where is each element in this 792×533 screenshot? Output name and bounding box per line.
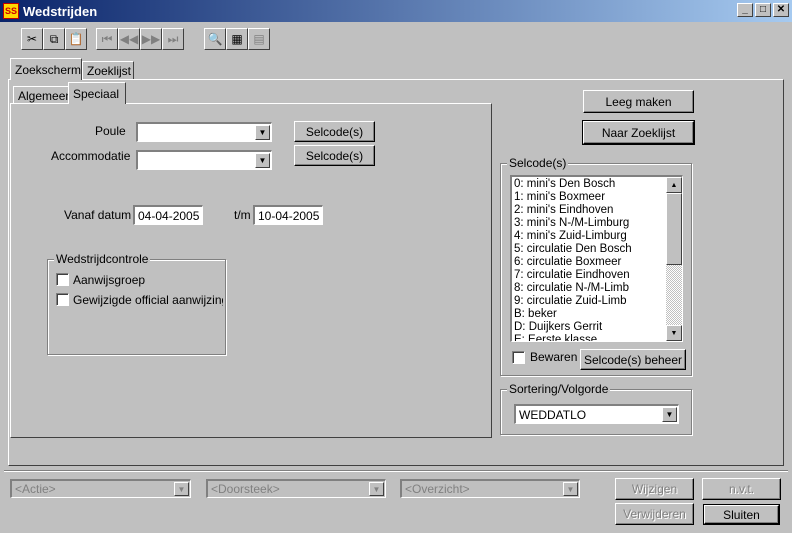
naar-zoeklijst-button[interactable]: Naar Zoeklijst [582, 120, 695, 145]
app-icon: SS [3, 3, 19, 19]
poule-dropdown[interactable]: ▼ [136, 122, 272, 142]
aanwijsgroep-checkbox[interactable] [56, 273, 69, 286]
search-button[interactable]: 🔍 [204, 28, 226, 50]
form-view-icon: ▤ [253, 32, 265, 46]
tab-speciaal-label: Speciaal [73, 86, 120, 101]
minimize-button[interactable]: _ [737, 3, 753, 17]
selcodes-scrollbar[interactable]: ▲ ▼ [666, 177, 682, 341]
list-item[interactable]: 2: mini's Eindhoven [512, 204, 666, 217]
copy-icon: ⧉ [49, 31, 59, 46]
last-record-icon: ⏭ [167, 31, 179, 46]
form-view-button[interactable]: ▤ [248, 28, 270, 50]
poule-label: Poule [95, 124, 126, 138]
list-item[interactable]: D: Duijkers Gerrit [512, 321, 666, 334]
list-item[interactable]: 1: mini's Boxmeer [512, 191, 666, 204]
tab-zoekscherm-label: Zoekscherm [15, 62, 82, 77]
scrollbar-thumb[interactable] [666, 193, 682, 265]
doorsteek-dropdown[interactable]: <Doorsteek> ▼ [206, 479, 386, 498]
paste-icon: 📋 [68, 32, 84, 46]
poule-selcode-button[interactable]: Selcode(s) [294, 121, 375, 142]
tab-zoekscherm[interactable]: Zoekscherm [10, 58, 82, 80]
list-item[interactable]: 0: mini's Den Bosch [512, 178, 666, 191]
vanaf-datum-label: Vanaf datum [64, 208, 132, 222]
sortering-dropdown[interactable]: WEDDATLO ▼ [514, 404, 679, 424]
chevron-down-icon[interactable]: ▼ [255, 125, 270, 140]
tab-speciaal[interactable]: Speciaal [68, 82, 126, 104]
chevron-down-icon[interactable]: ▼ [662, 407, 677, 422]
previous-record-button[interactable]: ◀◀ [118, 28, 140, 50]
search-icon: 🔍 [207, 32, 223, 46]
title-bar[interactable]: SS Wedstrijden _ □ ✕ [0, 0, 792, 22]
actie-value: <Actie> [15, 482, 56, 496]
tab-zoeklijst-label: Zoeklijst [87, 63, 132, 78]
sortering-title: Sortering/Volgorde [507, 382, 611, 396]
tm-datum-input[interactable]: 10-04-2005 [253, 205, 323, 225]
scroll-up-icon[interactable]: ▲ [666, 177, 682, 193]
previous-record-icon: ◀◀ [119, 32, 139, 46]
last-record-button[interactable]: ⏭ [162, 28, 184, 50]
wijzigen-button[interactable]: Wijzigen [615, 478, 694, 500]
list-item[interactable]: E: Eerste klasse [512, 334, 666, 341]
wedstrijdcontrole-title: Wedstrijdcontrole [54, 252, 151, 266]
list-item[interactable]: B: beker [512, 308, 666, 321]
first-record-button[interactable]: ⏮ [96, 28, 118, 50]
close-button[interactable]: ✕ [773, 3, 789, 17]
next-record-button[interactable]: ▶▶ [140, 28, 162, 50]
list-item[interactable]: 7: circulatie Eindhoven [512, 269, 666, 282]
tab-algemeen-label: Algemeen [18, 88, 73, 103]
next-record-icon: ▶▶ [141, 32, 161, 46]
tm-label: t/m [234, 208, 251, 222]
selcodes-listbox[interactable]: 0: mini's Den Bosch 1: mini's Boxmeer 2: m… [510, 175, 683, 342]
aanwijsgroep-label: Aanwijsgroep [73, 273, 146, 287]
chevron-down-icon[interactable]: ▼ [174, 482, 189, 496]
overzicht-value: <Overzicht> [405, 482, 470, 496]
gewijzigde-official-label: Gewijzigde official aanwijzing [73, 293, 223, 307]
cut-icon: ✂ [26, 32, 38, 46]
actie-dropdown[interactable]: <Actie> ▼ [10, 479, 191, 498]
window-title: Wedstrijden [23, 3, 98, 19]
list-item[interactable]: 4: mini's Zuid-Limburg [512, 230, 666, 243]
list-item[interactable]: 5: circulatie Den Bosch [512, 243, 666, 256]
bottom-separator [4, 470, 788, 472]
tab-algemeen[interactable]: Algemeen [13, 86, 73, 104]
table-view-icon: ▦ [231, 32, 243, 46]
accommodatie-selcode-button[interactable]: Selcode(s) [294, 145, 375, 166]
chevron-down-icon[interactable]: ▼ [563, 482, 578, 496]
tab-zoeklijst[interactable]: Zoeklijst [82, 61, 134, 79]
list-item[interactable]: 6: circulatie Boxmeer [512, 256, 666, 269]
bewaren-label: Bewaren [530, 350, 578, 364]
sortering-value: WEDDATLO [519, 407, 587, 422]
sluiten-button[interactable]: Sluiten [703, 504, 780, 525]
first-record-icon: ⏮ [101, 31, 113, 46]
list-item[interactable]: 9: circulatie Zuid-Limb [512, 295, 666, 308]
selcodes-title: Selcode(s) [507, 156, 569, 170]
leeg-maken-button[interactable]: Leeg maken [583, 90, 694, 113]
nvt-button[interactable]: n.v.t. [702, 478, 781, 500]
gewijzigde-official-checkbox[interactable] [56, 293, 69, 306]
bewaren-checkbox[interactable] [512, 351, 525, 364]
vanaf-datum-input[interactable]: 04-04-2005 [133, 205, 203, 225]
list-item[interactable]: 3: mini's N-/M-Limburg [512, 217, 666, 230]
cut-button[interactable]: ✂ [21, 28, 43, 50]
verwijderen-button[interactable]: Verwijderen [615, 503, 694, 525]
accommodatie-dropdown[interactable]: ▼ [136, 150, 272, 170]
selcode-beheer-button[interactable]: Selcode(s) beheer [580, 349, 686, 370]
copy-button[interactable]: ⧉ [43, 28, 65, 50]
paste-button[interactable]: 📋 [65, 28, 87, 50]
maximize-button[interactable]: □ [755, 3, 771, 17]
accommodatie-label: Accommodatie [51, 149, 131, 163]
scroll-down-icon[interactable]: ▼ [666, 325, 682, 341]
chevron-down-icon[interactable]: ▼ [369, 482, 384, 496]
overzicht-dropdown[interactable]: <Overzicht> ▼ [400, 479, 580, 498]
list-item[interactable]: 8: circulatie N-/M-Limb [512, 282, 666, 295]
chevron-down-icon[interactable]: ▼ [255, 153, 270, 168]
table-view-button[interactable]: ▦ [226, 28, 248, 50]
doorsteek-value: <Doorsteek> [211, 482, 280, 496]
